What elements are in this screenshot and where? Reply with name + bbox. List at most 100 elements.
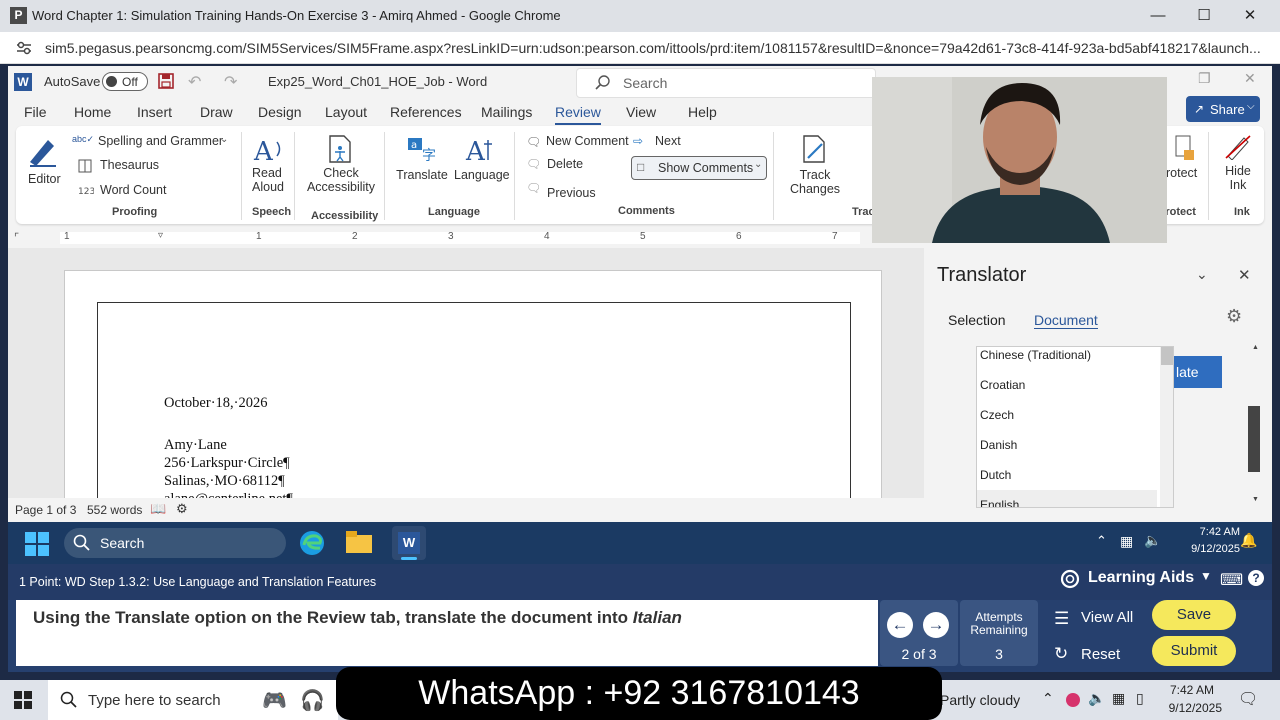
save-button[interactable]: Save bbox=[1152, 600, 1236, 630]
tab-insert[interactable]: Insert bbox=[137, 104, 172, 120]
thesaurus-button[interactable]: Thesaurus bbox=[100, 158, 159, 172]
notification-bell-icon[interactable]: 🔔 bbox=[1240, 532, 1257, 549]
language-option[interactable]: English bbox=[977, 490, 1157, 507]
tab-design[interactable]: Design bbox=[258, 104, 302, 120]
language-option[interactable]: Chinese (Traditional) bbox=[977, 347, 1157, 370]
delete-button[interactable]: Delete bbox=[547, 157, 583, 171]
windows-start-icon[interactable] bbox=[25, 532, 49, 556]
autosave-toggle[interactable]: Off bbox=[102, 72, 148, 91]
proofing-status-icon[interactable]: 📖 bbox=[150, 501, 166, 517]
word-count-button[interactable]: Word Count bbox=[100, 183, 166, 197]
tab-home[interactable]: Home bbox=[74, 104, 111, 120]
chevron-down-icon[interactable]: ⌄ bbox=[220, 134, 228, 145]
language-option[interactable]: Czech bbox=[977, 400, 1157, 430]
tab-layout[interactable]: Layout bbox=[325, 104, 367, 120]
page-count[interactable]: Page 1 of 3 bbox=[15, 503, 76, 517]
scroll-down-icon[interactable]: ▼ bbox=[1252, 496, 1259, 503]
language-option[interactable]: Croatian bbox=[977, 370, 1157, 400]
hide-ink-button[interactable]: Hide Ink bbox=[1220, 134, 1256, 192]
chevron-down-icon[interactable]: ▼ bbox=[1200, 569, 1212, 583]
word-count-status[interactable]: 552 words bbox=[87, 503, 142, 517]
tab-mailings[interactable]: Mailings bbox=[481, 104, 532, 120]
close-icon[interactable]: ✕ bbox=[1238, 266, 1251, 284]
pane-scrollbar-thumb[interactable] bbox=[1248, 406, 1260, 472]
address-bar[interactable]: sim5.pegasus.pearsoncmg.com/SIM5Services… bbox=[0, 32, 1280, 64]
word-close-icon[interactable]: ✕ bbox=[1244, 70, 1256, 87]
help-icon[interactable]: ? bbox=[1248, 570, 1264, 586]
minimize-icon[interactable]: — bbox=[1146, 6, 1170, 26]
settings-icon[interactable]: ⚙ bbox=[1226, 306, 1242, 327]
dropdown-scrollbar[interactable] bbox=[1160, 347, 1173, 507]
taskbar-search-input[interactable]: Search bbox=[64, 528, 286, 558]
pane-scrollbar[interactable]: ▲ ▼ bbox=[1248, 344, 1260, 504]
language-option[interactable]: Dutch bbox=[977, 460, 1157, 490]
tab-stop-selector[interactable]: ⌜ bbox=[14, 231, 19, 244]
volume-icon[interactable]: 🔈 bbox=[1144, 532, 1161, 549]
chevron-up-icon[interactable]: ⌃ bbox=[1042, 690, 1054, 707]
language-dropdown-list[interactable]: Chinese (Traditional) Croatian Czech Dan… bbox=[976, 346, 1174, 508]
previous-step-button[interactable]: ← bbox=[887, 612, 913, 638]
close-icon[interactable]: ✕ bbox=[1238, 6, 1262, 26]
site-settings-icon[interactable] bbox=[16, 41, 32, 55]
share-button[interactable]: ↗ Share ⌵ bbox=[1186, 96, 1260, 122]
file-explorer-icon[interactable] bbox=[346, 531, 374, 555]
track-changes-button[interactable]: Track Changes bbox=[790, 134, 840, 196]
notification-icon[interactable]: 🗨 bbox=[1238, 689, 1258, 709]
language-option[interactable]: Danish bbox=[977, 430, 1157, 460]
word-taskbar-button[interactable]: W bbox=[392, 526, 426, 560]
battery-icon[interactable]: ▯ bbox=[1136, 690, 1144, 707]
scrollbar-thumb[interactable] bbox=[1161, 347, 1173, 365]
chevron-down-icon[interactable]: ⌄ bbox=[1196, 266, 1208, 283]
maximize-icon[interactable]: ☐ bbox=[1192, 6, 1216, 26]
view-all-button[interactable]: View All bbox=[1081, 609, 1133, 626]
tab-selection[interactable]: Selection bbox=[948, 312, 1006, 328]
document-page[interactable]: October·18,·2026 Amy·Lane 256·Larkspur·C… bbox=[64, 270, 882, 522]
check-accessibility-button[interactable]: Check Accessibility bbox=[306, 134, 376, 194]
os-clock-time[interactable]: 7:42 AM bbox=[1150, 683, 1214, 697]
editor-button[interactable]: Editor bbox=[26, 134, 61, 186]
scroll-up-icon[interactable]: ▲ bbox=[1252, 344, 1259, 351]
tab-view[interactable]: View bbox=[626, 104, 656, 120]
network-icon[interactable]: ▦ bbox=[1112, 690, 1125, 707]
record-icon[interactable] bbox=[1066, 693, 1080, 707]
inner-clock-date[interactable]: 9/12/2025 bbox=[1170, 543, 1240, 555]
next-button[interactable]: Next bbox=[655, 134, 681, 148]
language-button[interactable]: A Language bbox=[454, 134, 510, 182]
url-text[interactable]: sim5.pegasus.pearsoncmg.com/SIM5Services… bbox=[45, 40, 1261, 56]
protect-button[interactable]: rotect bbox=[1166, 166, 1197, 180]
read-aloud-button[interactable]: A Read Aloud bbox=[252, 134, 288, 194]
tab-review[interactable]: Review bbox=[555, 104, 601, 125]
recipient-street[interactable]: 256·Larkspur·Circle¶ bbox=[164, 455, 290, 472]
tab-references[interactable]: References bbox=[390, 104, 462, 120]
tab-draw[interactable]: Draw bbox=[200, 104, 233, 120]
show-comments-button[interactable]: □ Show Comments ⌄ bbox=[631, 156, 767, 180]
keyboard-icon[interactable]: ⌨ bbox=[1220, 570, 1243, 590]
letter-date[interactable]: October·18,·2026 bbox=[164, 395, 267, 412]
next-step-button[interactable]: → bbox=[923, 612, 949, 638]
spelling-button[interactable]: Spelling and Grammer bbox=[98, 134, 223, 148]
chevron-up-icon[interactable]: ⌃ bbox=[1096, 533, 1107, 549]
volume-icon[interactable]: 🔈 bbox=[1088, 690, 1105, 707]
indent-marker-icon[interactable]: ▿ bbox=[158, 230, 163, 241]
weather-text[interactable]: Partly cloudy bbox=[940, 692, 1020, 708]
undo-icon[interactable]: ↶ bbox=[188, 72, 201, 92]
redo-icon[interactable]: ↷ bbox=[224, 72, 237, 92]
save-icon[interactable] bbox=[158, 73, 174, 89]
restore-icon[interactable]: ❐ bbox=[1198, 70, 1211, 87]
submit-button[interactable]: Submit bbox=[1152, 636, 1236, 666]
accessibility-status-icon[interactable]: ⚙ bbox=[176, 501, 188, 517]
word-search-input[interactable]: Search bbox=[576, 68, 876, 98]
edge-icon[interactable] bbox=[298, 529, 326, 557]
reset-button[interactable]: Reset bbox=[1081, 646, 1120, 663]
new-comment-button[interactable]: New Comment bbox=[546, 134, 629, 148]
tab-document[interactable]: Document bbox=[1034, 312, 1098, 329]
network-icon[interactable]: ▦ bbox=[1120, 533, 1133, 550]
windows-start-icon[interactable] bbox=[14, 691, 32, 709]
recipient-name[interactable]: Amy·Lane bbox=[164, 437, 227, 454]
os-clock-date[interactable]: 9/12/2025 bbox=[1150, 701, 1222, 715]
inner-clock-time[interactable]: 7:42 AM bbox=[1180, 526, 1240, 538]
os-search-input[interactable]: Type here to search 🎮 🎧 bbox=[48, 680, 338, 720]
learning-aids-button[interactable]: Learning Aids bbox=[1088, 569, 1194, 587]
previous-button[interactable]: Previous bbox=[547, 186, 596, 200]
tab-file[interactable]: File bbox=[24, 104, 47, 120]
